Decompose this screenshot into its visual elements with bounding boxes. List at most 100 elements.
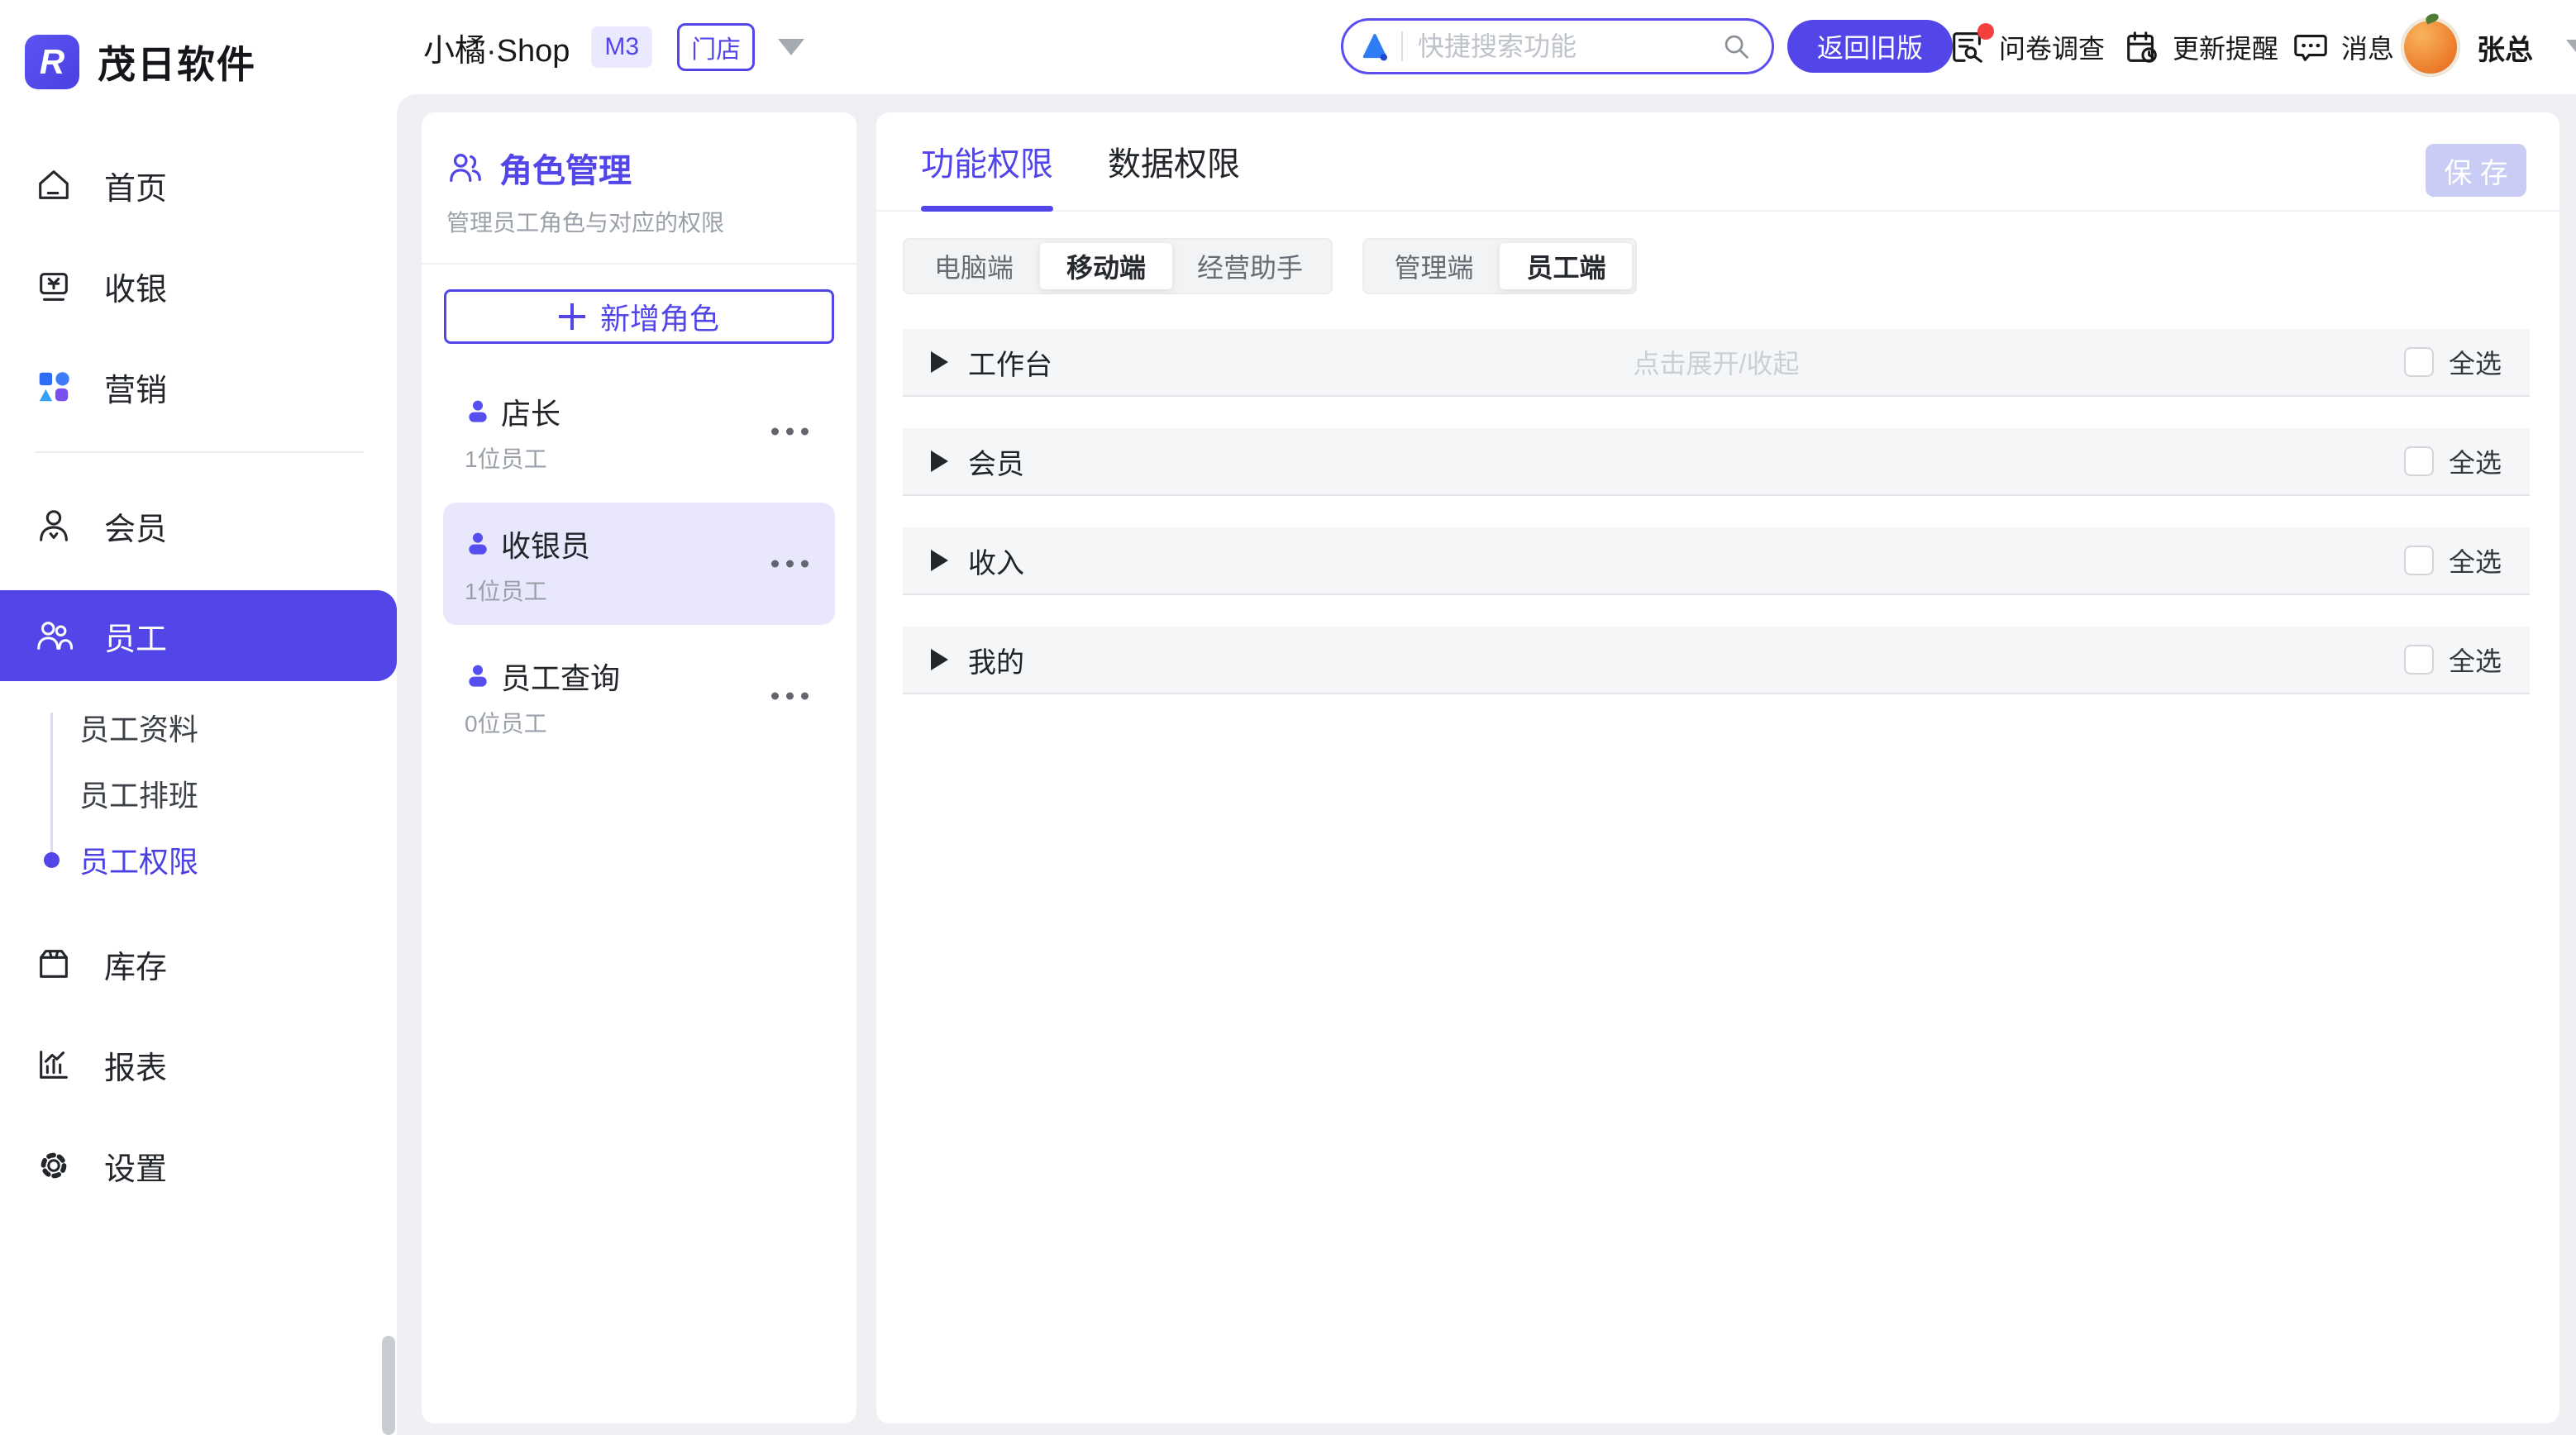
person-icon <box>465 398 491 425</box>
notification-dot <box>1977 23 1994 40</box>
expand-triangle-icon <box>931 351 948 373</box>
section-label: 我的 <box>968 640 1024 680</box>
home-icon <box>35 166 73 204</box>
staff-icon <box>35 617 73 655</box>
submenu-item-staff-permission[interactable]: 员工权限 <box>0 827 397 893</box>
sidebar-item-reports[interactable]: 报表 <box>0 1028 397 1101</box>
messages-action[interactable]: 消息 <box>2292 0 2394 94</box>
sidebar-item-label: 营销 <box>104 365 167 410</box>
sidebar-item-cashier[interactable]: 收银 <box>0 250 397 322</box>
section-mine[interactable]: 我的 全选 <box>903 627 2530 694</box>
segment-staff-side[interactable]: 员工端 <box>1500 243 1632 289</box>
submenu-item-label: 员工权限 <box>79 838 198 881</box>
submenu-item-staff-profile[interactable]: 员工资料 <box>0 694 397 760</box>
select-all-checkbox[interactable] <box>2404 546 2434 575</box>
segment-admin-side[interactable]: 管理端 <box>1367 243 1500 289</box>
person-icon <box>465 663 491 689</box>
expand-triangle-icon <box>931 550 948 571</box>
settings-icon <box>35 1147 73 1185</box>
role-item-cashier[interactable]: 收银员 1位员工 <box>443 503 835 625</box>
marketing-icon <box>35 368 73 406</box>
more-actions-icon[interactable] <box>763 684 817 708</box>
back-to-old-version-button[interactable]: 返回旧版 <box>1787 20 1953 73</box>
section-income[interactable]: 收入 全选 <box>903 527 2530 595</box>
role-count: 0位员工 <box>465 706 815 739</box>
add-role-label: 新增角色 <box>600 295 719 338</box>
quick-search[interactable] <box>1341 18 1774 74</box>
tab-data-permissions[interactable]: 数据权限 <box>1108 112 1240 210</box>
user-name[interactable]: 张总 <box>2477 0 2533 94</box>
content-area: 角色管理 管理员工角色与对应的权限 新增角色 店长 1位员工 <box>397 94 2576 1435</box>
sidebar-item-label: 首页 <box>104 163 167 208</box>
sidebar-item-label: 设置 <box>104 1143 167 1189</box>
sidebar-item-marketing[interactable]: 营销 <box>0 350 397 423</box>
add-role-button[interactable]: 新增角色 <box>444 289 834 344</box>
segment-mobile[interactable]: 移动端 <box>1040 243 1172 289</box>
brand-name: 茂日软件 <box>98 35 256 89</box>
tab-function-permissions[interactable]: 功能权限 <box>921 112 1053 210</box>
survey-action[interactable]: 问卷调查 <box>1949 0 2105 94</box>
sidebar-item-member[interactable]: 会员 <box>0 489 397 562</box>
topbar: 小橘·Shop M3 门店 返回旧版 问卷调查 更新提醒 消息 <box>397 0 2576 94</box>
assistant-triangle-icon <box>1358 30 1391 63</box>
sidebar: R 茂日软件 首页 收银 营销 会员 员工 <box>0 0 397 1435</box>
plan-badge: M3 <box>591 26 652 68</box>
sidebar-nav: 首页 收银 营销 会员 员工 员工资料 <box>0 149 397 1202</box>
person-icon <box>465 531 491 557</box>
role-item-manager[interactable]: 店长 1位员工 <box>443 370 835 493</box>
expand-hint: 点击展开/收起 <box>903 343 2530 381</box>
shop-switcher[interactable]: 小橘·Shop M3 门店 <box>423 0 804 94</box>
sidebar-item-settings[interactable]: 设置 <box>0 1129 397 1202</box>
role-item-staff-query[interactable]: 员工查询 0位员工 <box>443 635 835 757</box>
section-workbench[interactable]: 工作台 点击展开/收起 全选 <box>903 329 2530 397</box>
action-label: 更新提醒 <box>2173 28 2278 66</box>
sidebar-item-label: 收银 <box>104 264 167 309</box>
update-reminder-action[interactable]: 更新提醒 <box>2123 0 2278 94</box>
section-member[interactable]: 会员 全选 <box>903 428 2530 496</box>
permission-tabs: 功能权限 数据权限 <box>876 112 2559 212</box>
role-name: 店长 <box>501 390 561 433</box>
role-side-segment-control: 管理端 员工端 <box>1362 238 1637 294</box>
chevron-down-icon <box>778 39 804 55</box>
search-input[interactable] <box>1418 31 1720 62</box>
message-icon <box>2292 28 2330 66</box>
sidebar-item-label: 库存 <box>104 942 167 987</box>
user-avatar[interactable] <box>2401 17 2460 77</box>
expand-triangle-icon <box>931 451 948 472</box>
save-button[interactable]: 保 存 <box>2426 144 2526 197</box>
more-actions-icon[interactable] <box>763 420 817 444</box>
user-chevron-down-icon[interactable] <box>2566 40 2576 56</box>
sidebar-item-home[interactable]: 首页 <box>0 149 397 222</box>
role-panel-title: 角色管理 <box>499 144 632 192</box>
sidebar-scrollbar[interactable] <box>382 1336 395 1435</box>
select-all-checkbox[interactable] <box>2404 645 2434 675</box>
expand-triangle-icon <box>931 649 948 670</box>
app-root: R 茂日软件 首页 收银 营销 会员 员工 <box>0 0 2576 1435</box>
permission-sections: 工作台 点击展开/收起 全选 会员 全选 <box>903 329 2530 694</box>
select-all-checkbox[interactable] <box>2404 347 2434 377</box>
action-label: 消息 <box>2341 28 2394 66</box>
sidebar-item-inventory[interactable]: 库存 <box>0 927 397 1000</box>
segment-pc[interactable]: 电脑端 <box>908 243 1040 289</box>
sidebar-item-label: 员工 <box>104 613 167 659</box>
role-list: 店长 1位员工 收银员 1位员工 员工查询 <box>422 370 856 757</box>
brand: R 茂日软件 <box>0 0 397 89</box>
cashier-icon <box>35 267 73 305</box>
submenu-item-staff-schedule[interactable]: 员工排班 <box>0 760 397 827</box>
role-count: 1位员工 <box>465 441 815 474</box>
action-label: 问卷调查 <box>1999 28 2105 66</box>
sidebar-item-label: 会员 <box>104 503 167 549</box>
brand-logo-icon: R <box>25 35 79 89</box>
select-all-label: 全选 <box>2449 343 2502 381</box>
segment-assistant[interactable]: 经营助手 <box>1172 243 1328 289</box>
sidebar-divider <box>35 451 364 453</box>
inventory-icon <box>35 945 73 983</box>
search-icon[interactable] <box>1720 31 1752 62</box>
shop-name: 小橘·Shop <box>423 25 570 70</box>
sidebar-item-label: 报表 <box>104 1042 167 1088</box>
more-actions-icon[interactable] <box>763 552 817 576</box>
role-name: 员工查询 <box>501 655 620 698</box>
select-all-checkbox[interactable] <box>2404 446 2434 476</box>
select-all-label: 全选 <box>2449 641 2502 679</box>
sidebar-item-staff[interactable]: 员工 <box>0 590 397 681</box>
